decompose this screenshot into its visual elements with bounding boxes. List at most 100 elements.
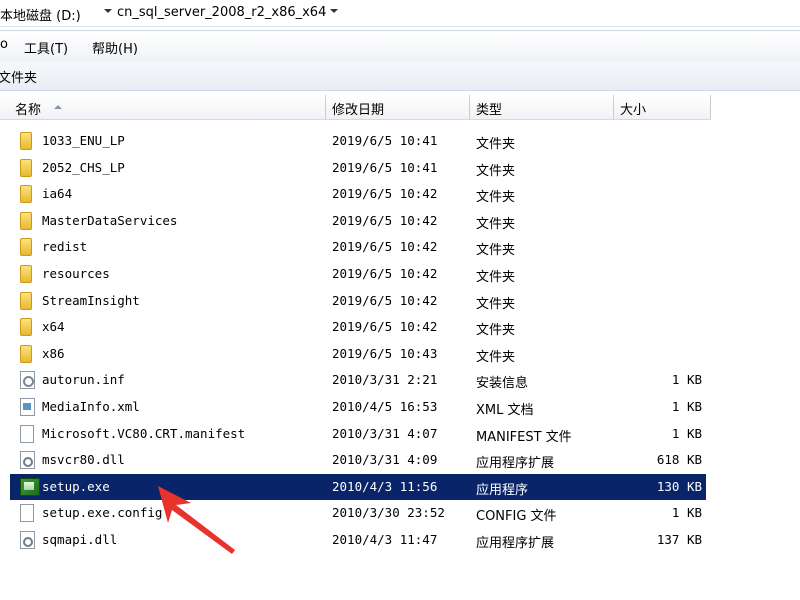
file-modified-date: 2010/4/3 11:47: [332, 532, 438, 547]
file-type: 文件夹: [476, 270, 516, 285]
breadcrumb-folder[interactable]: cn_sql_server_2008_r2_x86_x64: [117, 5, 326, 20]
file-type: 应用程序扩展: [476, 536, 555, 551]
dll-icon: [20, 451, 35, 470]
chevron-down-icon[interactable]: [330, 9, 338, 13]
file-modified-date: 2010/4/5 16:53: [332, 399, 438, 414]
file-row[interactable]: setup.exe 2010/4/3 11:56 应用程序 130 KB: [10, 473, 706, 500]
file-size: 1 KB: [671, 372, 702, 388]
file-modified-date: 2019/6/5 10:41: [332, 159, 438, 175]
file-row[interactable]: 2052_CHS_LP 2019/6/5 10:41 文件夹: [0, 155, 800, 181]
folder-icon: [20, 238, 32, 257]
file-name: MediaInfo.xml: [42, 399, 140, 414]
file-type: 文件夹: [476, 190, 516, 206]
file-size: 1 KB: [671, 399, 702, 414]
folder-icon: [20, 211, 32, 230]
file-modified-date: 2019/6/5 10:42: [332, 186, 438, 202]
file-row[interactable]: setup.exe.config 2010/3/30 23:52 CONFIG 文件…: [0, 500, 800, 526]
file-name: 1033_ENU_LP: [42, 133, 125, 148]
folder-icon: [20, 185, 32, 204]
file-name: setup.exe: [42, 478, 110, 494]
file-type: 文件夹: [476, 296, 516, 312]
column-header-date[interactable]: 修改日期: [326, 95, 470, 120]
file-type: 应用程序扩展: [476, 456, 555, 472]
file-modified-date: 2010/4/3 11:56: [332, 478, 438, 494]
file-modified-date: 2010/3/31 4:07: [332, 425, 438, 441]
menu-item-help[interactable]: 帮助(H): [92, 38, 138, 57]
folder-icon: [20, 344, 32, 363]
column-header-date-label: 修改日期: [332, 103, 385, 118]
file-type: 文件夹: [476, 323, 516, 339]
file-modified-date: 2019/6/5 10:41: [332, 133, 438, 148]
file-row[interactable]: autorun.inf 2010/3/31 2:21 安装信息 1 KB: [0, 367, 800, 393]
setup-info-icon: [20, 371, 35, 390]
file-type: 文件夹: [476, 243, 516, 259]
file-size: 137 KB: [656, 532, 702, 547]
file-size: 130 KB: [656, 478, 702, 494]
file-icon: [20, 504, 34, 523]
new-folder-button[interactable]: 文件夹: [0, 67, 37, 86]
file-modified-date: 2019/6/5 10:42: [332, 266, 438, 281]
file-type: 文件夹: [476, 137, 516, 152]
file-row[interactable]: StreamInsight 2019/6/5 10:42 文件夹: [0, 288, 800, 314]
menu-item-tools[interactable]: 工具(T): [24, 38, 68, 57]
file-type: 文件夹: [476, 216, 516, 232]
toolbar: 文件夹: [0, 62, 800, 91]
file-row[interactable]: MediaInfo.xml 2010/4/5 16:53 XML 文档 1 KB: [0, 394, 800, 420]
column-header-type-label: 类型: [476, 103, 503, 118]
file-type: 应用程序: [476, 482, 529, 498]
breadcrumb-drive[interactable]: 本地磁盘 (D:): [0, 5, 81, 24]
xml-document-icon: [20, 398, 35, 416]
file-modified-date: 2019/6/5 10:42: [332, 212, 438, 228]
file-size: 1 KB: [671, 425, 702, 441]
file-row[interactable]: sqmapi.dll 2010/4/3 11:47 应用程序扩展 137 KB: [0, 527, 800, 553]
folder-icon: [20, 158, 32, 177]
file-row[interactable]: MasterDataServices 2019/6/5 10:42 文件夹: [0, 208, 800, 234]
file-row[interactable]: x64 2019/6/5 10:42 文件夹: [0, 314, 800, 340]
file-row[interactable]: x86 2019/6/5 10:43 文件夹: [0, 341, 800, 367]
file-name: setup.exe.config: [42, 505, 163, 521]
file-name: sqmapi.dll: [42, 532, 118, 547]
file-modified-date: 2010/3/30 23:52: [332, 505, 445, 521]
file-modified-date: 2019/6/5 10:42: [332, 292, 438, 308]
file-modified-date: 2010/3/31 4:09: [332, 452, 438, 468]
column-header-name[interactable]: 名称: [0, 95, 326, 120]
menu-bar: o 工具(T) 帮助(H): [0, 30, 800, 64]
file-modified-date: 2019/6/5 10:43: [332, 345, 438, 361]
file-row[interactable]: redist 2019/6/5 10:42 文件夹: [0, 234, 800, 260]
dll-icon: [20, 531, 35, 549]
setup-exe-icon: [20, 477, 40, 496]
file-row[interactable]: ia64 2019/6/5 10:42 文件夹: [0, 181, 800, 207]
file-row[interactable]: resources 2019/6/5 10:42 文件夹: [0, 261, 800, 287]
file-name: Microsoft.VC80.CRT.manifest: [42, 425, 246, 441]
folder-icon: [20, 291, 32, 310]
column-header-name-label: 名称: [15, 103, 42, 118]
file-row[interactable]: 1033_ENU_LP 2019/6/5 10:41 文件夹: [0, 128, 800, 154]
file-size: 1 KB: [671, 505, 702, 521]
column-header-size[interactable]: 大小: [614, 95, 711, 120]
file-type: CONFIG 文件: [476, 509, 557, 525]
file-row[interactable]: Microsoft.VC80.CRT.manifest 2010/3/31 4:0…: [0, 421, 800, 447]
file-name: 2052_CHS_LP: [42, 159, 125, 175]
address-bar[interactable]: 本地磁盘 (D:) cn_sql_server_2008_r2_x86_x64: [0, 0, 800, 27]
file-name: x86: [42, 345, 65, 361]
file-modified-date: 2019/6/5 10:42: [332, 319, 438, 335]
sort-ascending-icon: [54, 105, 62, 109]
column-header-type[interactable]: 类型: [470, 95, 614, 120]
folder-icon: [20, 132, 32, 150]
chevron-down-icon[interactable]: [104, 9, 112, 13]
file-row[interactable]: msvcr80.dll 2010/3/31 4:09 应用程序扩展 618 KB: [0, 447, 800, 473]
file-icon: [20, 424, 34, 443]
file-type: 安装信息: [476, 376, 529, 392]
file-name: x64: [42, 319, 65, 335]
file-name: redist: [42, 239, 88, 255]
file-size: 618 KB: [656, 452, 702, 468]
menu-item-partial[interactable]: o: [0, 37, 8, 52]
file-type: 文件夹: [476, 349, 516, 365]
file-modified-date: 2019/6/5 10:42: [332, 239, 438, 255]
file-type: 文件夹: [476, 163, 516, 179]
folder-icon: [20, 265, 32, 283]
file-name: StreamInsight: [42, 292, 140, 308]
file-modified-date: 2010/3/31 2:21: [332, 372, 438, 388]
file-name: MasterDataServices: [42, 212, 178, 228]
file-type: XML 文档: [476, 403, 534, 418]
